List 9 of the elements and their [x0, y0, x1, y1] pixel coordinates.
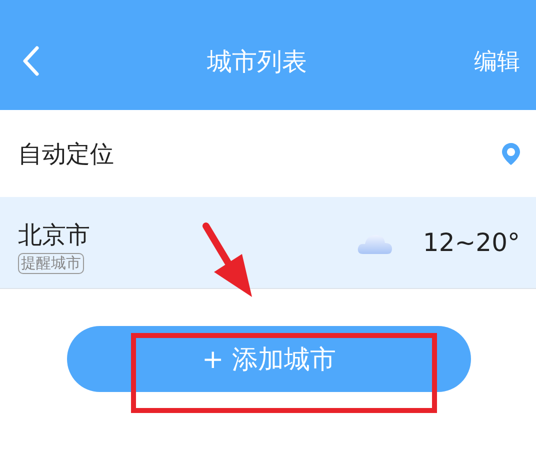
back-icon — [22, 46, 40, 76]
page-title: 城市列表 — [207, 46, 307, 78]
city-name: 北京市 — [18, 220, 90, 251]
location-pin-icon — [502, 142, 520, 164]
city-row[interactable]: 北京市 提醒城市 12~20° — [0, 197, 536, 289]
auto-location-label: 自动定位 — [18, 138, 114, 170]
temperature-range: 12~20° — [422, 228, 520, 257]
back-button[interactable] — [22, 46, 40, 76]
reminder-tag: 提醒城市 — [18, 253, 84, 274]
